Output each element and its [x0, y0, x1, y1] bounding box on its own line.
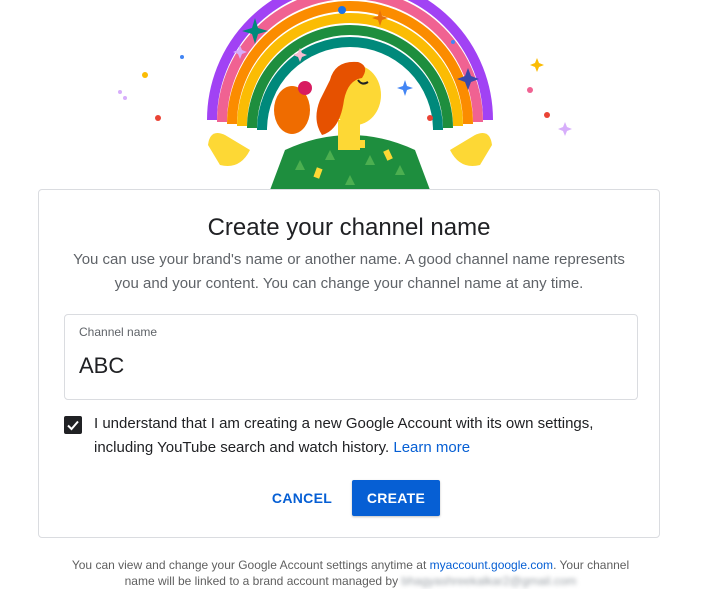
create-channel-dialog: Create your channel name You can use you… — [38, 189, 660, 538]
consent-label: I understand that I am creating a new Go… — [94, 415, 594, 456]
consent-checkbox[interactable] — [64, 416, 82, 434]
learn-more-link[interactable]: Learn more — [393, 439, 470, 456]
channel-name-input[interactable]: ABC — [79, 353, 124, 379]
rainbow-celebration-illustration — [118, 0, 572, 190]
footer-text-before: You can view and change your Google Acco… — [71, 558, 427, 572]
myaccount-link[interactable]: myaccount.google.com — [430, 558, 553, 572]
create-button[interactable]: CREATE — [352, 480, 440, 516]
dialog-subtitle: You can use your brand's name or another… — [73, 251, 625, 292]
channel-name-field[interactable]: Channel name ABC — [64, 314, 638, 400]
checkmark-icon — [67, 420, 79, 431]
consent-text: I understand that I am creating a new Go… — [94, 412, 634, 460]
channel-name-label: Channel name — [79, 325, 158, 339]
footer-note: You can view and change your Google Acco… — [60, 557, 641, 589]
dialog-title: Create your channel name — [207, 214, 491, 241]
cancel-button[interactable]: CANCEL — [261, 480, 343, 516]
redacted-email: bhagyashreekalkar2@gmail.com — [401, 574, 577, 588]
